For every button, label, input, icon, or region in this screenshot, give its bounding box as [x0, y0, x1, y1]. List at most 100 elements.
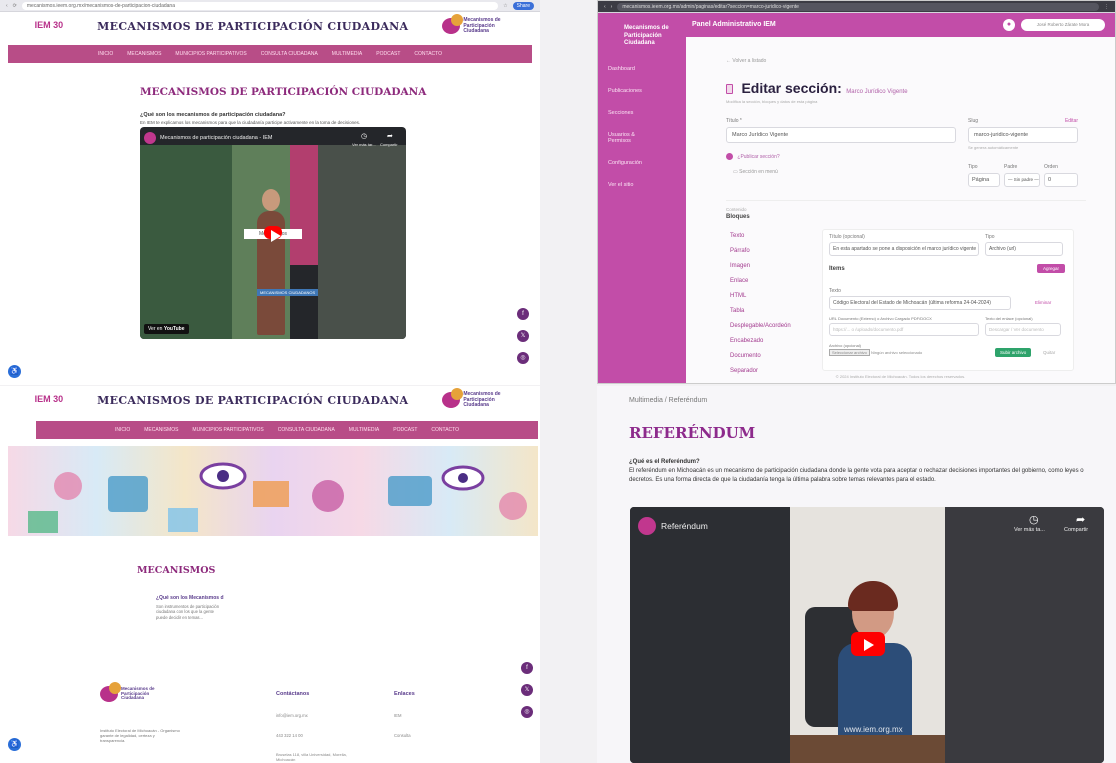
nav-item[interactable]: MUNICIPIOS PARTICIPATIVOS [175, 51, 246, 57]
sidebar-item-dashboard[interactable]: Dashboard [598, 66, 686, 72]
type-select[interactable]: Página [968, 173, 1000, 187]
clock-icon[interactable]: ◷ [361, 132, 367, 140]
remove-file-link[interactable]: Quitar [1043, 350, 1055, 355]
contact-phone[interactable]: 443 322 14 00 [276, 733, 303, 738]
iem-logo[interactable]: IEM 30 [35, 394, 64, 405]
parent-select[interactable]: — Sin padre — [1004, 173, 1040, 187]
sidebar-item-ver-sitio[interactable]: Ver el sitio [598, 182, 686, 188]
slug-edit-link[interactable]: Editar [1065, 118, 1078, 124]
forward-icon[interactable]: › [611, 4, 613, 10]
slug-input[interactable]: marco-juridico-vigente [968, 127, 1078, 143]
item-text-input[interactable]: Código Electoral del Estado de Michoacán… [829, 296, 1011, 310]
footer-link[interactable]: Consulta [394, 733, 411, 738]
nav-item[interactable]: PODCAST [376, 51, 400, 57]
menu-dropdown[interactable]: ▭ Sección en menú [733, 169, 778, 175]
nav-item[interactable]: CONTACTO [414, 51, 442, 57]
share-button[interactable]: Share [512, 1, 534, 10]
iem-logo[interactable]: IEM 30 [35, 20, 64, 31]
sidebar-item-secciones[interactable]: Secciones [598, 110, 686, 116]
facebook-icon[interactable]: f [517, 308, 529, 320]
block-type-item[interactable]: Desplegable/Acordeón [730, 323, 810, 329]
footer-link[interactable]: IEM [394, 713, 401, 718]
nav-item[interactable]: CONTACTO [431, 427, 459, 433]
video-title[interactable]: Referéndum [661, 521, 708, 531]
video-title[interactable]: Mecanismos de participación ciudadana - … [160, 135, 273, 141]
nav-item[interactable]: MECANISMOS [127, 51, 161, 57]
sidebar-item-publicaciones[interactable]: Publicaciones [598, 88, 686, 94]
share-icon[interactable]: ➦ [387, 132, 393, 140]
mecanismos-logo[interactable]: Mecanismos de Participación Ciudadana [442, 388, 505, 409]
block-type-item[interactable]: Enlace [730, 278, 810, 284]
file-picker[interactable]: Seleccionar archivo Ningún archivo selec… [829, 349, 922, 356]
nav-item[interactable]: MUNICIPIOS PARTICIPATIVOS [192, 427, 263, 433]
watch-later-label[interactable]: Ver más ta... [1014, 527, 1045, 533]
video-player[interactable]: Mecanismos de participación ciudadana - … [140, 127, 406, 339]
play-button[interactable] [851, 632, 885, 656]
order-input[interactable]: 0 [1044, 173, 1078, 187]
nav-item[interactable]: INICIO [115, 427, 130, 433]
screenshot-admin-panel: ‹ › mecanismos.ieem.org.mx/admin/paginas… [597, 0, 1116, 384]
channel-avatar[interactable] [638, 517, 656, 535]
instagram-icon[interactable]: ◎ [517, 352, 529, 364]
watch-on-youtube[interactable]: Ver en YouTube [144, 324, 189, 334]
nav-item[interactable]: MULTIMEDIA [349, 427, 379, 433]
star-icon[interactable]: ☆ [503, 3, 507, 9]
share-icon[interactable]: ➦ [1076, 513, 1085, 526]
channel-avatar[interactable] [144, 132, 156, 144]
play-button[interactable] [264, 226, 282, 242]
accessibility-icon[interactable]: ♿ [8, 738, 21, 751]
mecanismos-logo[interactable]: Mecanismos de Participación Ciudadana [442, 14, 505, 35]
x-icon[interactable]: 𝕏 [517, 330, 529, 342]
card-title[interactable]: ¿Qué son los Mecanismos d [146, 595, 226, 601]
share-label[interactable]: Compartir [1064, 527, 1088, 533]
clock-icon[interactable]: ◷ [1029, 513, 1039, 526]
instagram-icon[interactable]: ◎ [521, 706, 533, 718]
nav-item[interactable]: MULTIMEDIA [332, 51, 362, 57]
sidebar-item-usuarios[interactable]: Usuarios & Permisos [598, 132, 668, 144]
choose-file-button[interactable]: Seleccionar archivo [829, 349, 870, 356]
link-text-input[interactable]: Descargar / Ver documento [985, 323, 1061, 336]
block-type-item[interactable]: Encabezado [730, 338, 810, 344]
share-label[interactable]: Compartir [380, 142, 398, 147]
nav-item[interactable]: CONSULTA CIUDADANA [261, 51, 318, 57]
url-input[interactable]: https://... o /uploads/documento.pdf [829, 323, 979, 336]
x-icon[interactable]: 𝕏 [521, 684, 533, 696]
block-type-select[interactable]: Archivo (url) [985, 242, 1063, 256]
address-bar[interactable]: mecanismos.ieem.org.mx/admin/paginas/edi… [617, 2, 1099, 11]
order-field-group: Orden 0 [1044, 164, 1078, 187]
accessibility-icon[interactable]: ♿ [8, 365, 21, 378]
nav-item[interactable]: MECANISMOS [144, 427, 178, 433]
publish-toggle[interactable]: ¿Publicar sección? [726, 153, 780, 160]
title-input[interactable]: Marco Jurídico Vigente [726, 127, 956, 143]
nav-item[interactable]: CONSULTA CIUDADANA [278, 427, 335, 433]
footer-logo[interactable]: Mecanismos de Participación Ciudadana [100, 682, 161, 702]
block-type-item[interactable]: Texto [730, 233, 810, 239]
block-type-item[interactable]: Párrafo [730, 248, 810, 254]
block-type-item[interactable]: Tabla [730, 308, 810, 314]
nav-item[interactable]: PODCAST [393, 427, 417, 433]
add-item-button[interactable]: Agregar [1036, 264, 1065, 273]
nav-item[interactable]: INICIO [98, 51, 113, 57]
sidebar-item-configuracion[interactable]: Configuración [598, 160, 686, 166]
facebook-icon[interactable]: f [521, 662, 533, 674]
remove-item-link[interactable]: Eliminar [1035, 300, 1051, 305]
address-bar[interactable]: mecanismos.ieem.org.mx/mecanismos-de-par… [21, 1, 499, 10]
video-player[interactable]: www.iem.org.mx Referéndum ◷ Ver más ta..… [630, 507, 1104, 763]
reload-icon[interactable]: ⟳ [13, 3, 17, 9]
admin-logo[interactable]: Mecanismos de Participación Ciudadana [598, 13, 686, 66]
block-type-item[interactable]: Documento [730, 353, 810, 359]
block-type-item[interactable]: Imagen [730, 263, 810, 269]
breadcrumb[interactable]: Multimedia / Referéndum [629, 397, 707, 404]
block-title-input[interactable]: En esta apartado se pone a disposición e… [829, 242, 979, 256]
user-menu-button[interactable]: José Roberto Zárate Mora [1021, 19, 1105, 31]
upload-button[interactable]: Subir archivo [995, 348, 1032, 357]
mechanism-card[interactable]: ¿Qué son los Mecanismos d Son instrument… [146, 595, 226, 620]
back-icon[interactable]: ‹ [6, 3, 8, 9]
breadcrumb[interactable]: ← Volver a listado [726, 58, 766, 64]
block-type-item[interactable]: HTML [730, 293, 810, 299]
notification-icon[interactable]: ● [1003, 19, 1015, 31]
back-icon[interactable]: ‹ [604, 4, 606, 10]
watch-later-label[interactable]: Ver más tar... [352, 142, 376, 147]
contact-email[interactable]: info@iem.org.mx [276, 713, 308, 718]
extensions-icon[interactable]: ⋮ [1104, 4, 1109, 10]
